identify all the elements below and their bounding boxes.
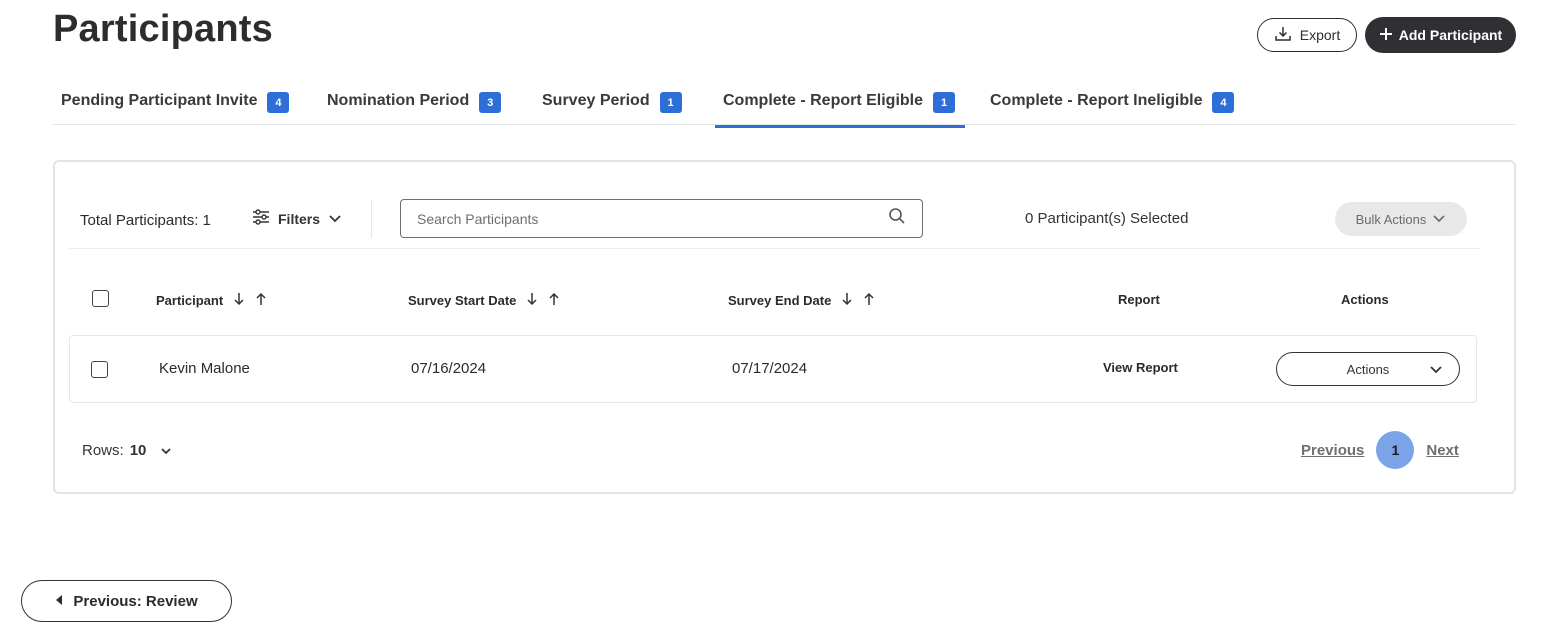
- selected-count: 0 Participant(s) Selected: [1025, 210, 1189, 227]
- filters-label: Filters: [278, 210, 321, 227]
- sort-controls: [526, 292, 560, 309]
- actions-label: Actions: [1346, 361, 1390, 377]
- row-checkbox[interactable]: [91, 361, 108, 378]
- count-badge: 1: [933, 92, 956, 113]
- count-badge: 1: [659, 92, 682, 113]
- toolbar-divider: [371, 200, 372, 238]
- tab-label: Nomination Period: [327, 92, 470, 109]
- sort-asc-icon[interactable]: [255, 292, 267, 309]
- rows-value: 10: [129, 442, 147, 459]
- sort-asc-icon[interactable]: [548, 292, 560, 309]
- participants-card: Total Participants: 1 Filters 0 Particip…: [53, 160, 1516, 494]
- count-badge: 4: [267, 92, 290, 113]
- filters-button[interactable]: Filters: [252, 209, 342, 228]
- column-label: Report: [1118, 292, 1160, 307]
- survey-end-date: 07/17/2024: [732, 360, 808, 377]
- tab-complete-report-eligible[interactable]: Complete - Report Eligible 1: [715, 84, 966, 128]
- column-header-participant: Participant: [156, 292, 267, 309]
- search-input[interactable]: [417, 210, 888, 227]
- caret-left-icon: [55, 593, 63, 610]
- tab-nomination-period[interactable]: Nomination Period 3: [327, 84, 502, 128]
- column-label: Participant: [156, 293, 224, 308]
- add-participant-label: Add Participant: [1398, 27, 1503, 43]
- sliders-icon: [252, 209, 270, 228]
- sort-controls: [841, 292, 875, 309]
- column-header-survey-start-date: Survey Start Date: [408, 292, 560, 309]
- page-title: Participants: [53, 8, 273, 50]
- sort-desc-icon[interactable]: [233, 292, 245, 309]
- chevron-down-icon: [328, 211, 342, 227]
- bulk-actions-label: Bulk Actions: [1355, 211, 1427, 227]
- rows-per-page[interactable]: Rows: 10: [82, 442, 172, 459]
- search-box: [400, 199, 923, 238]
- chevron-down-icon: [1432, 212, 1446, 227]
- tab-label: Survey Period: [542, 92, 650, 109]
- sort-asc-icon[interactable]: [863, 292, 875, 309]
- column-label: Survey Start Date: [408, 293, 517, 308]
- page-number-current[interactable]: 1: [1376, 431, 1415, 469]
- select-all-checkbox[interactable]: [92, 290, 109, 307]
- export-button[interactable]: Export: [1257, 18, 1357, 52]
- next-page-link[interactable]: Next: [1426, 442, 1459, 459]
- plus-icon: [1379, 27, 1393, 44]
- view-report-link[interactable]: View Report: [1103, 360, 1178, 375]
- toolbar-separator: [69, 248, 1479, 249]
- tab-complete-report-ineligible[interactable]: Complete - Report Ineligible 4: [990, 84, 1235, 128]
- table-row: Kevin Malone 07/16/2024 07/17/2024 View …: [69, 335, 1477, 403]
- column-label: Survey End Date: [728, 293, 832, 308]
- download-icon: [1274, 25, 1292, 46]
- sort-controls: [233, 292, 267, 309]
- column-header-report: Report: [1118, 292, 1160, 307]
- count-badge: 3: [479, 92, 502, 113]
- search-icon[interactable]: [888, 207, 906, 230]
- previous-review-label: Previous: Review: [73, 592, 198, 610]
- add-participant-button[interactable]: Add Participant: [1365, 17, 1516, 53]
- chevron-down-icon: [160, 442, 172, 459]
- chevron-down-icon: [1429, 363, 1443, 378]
- previous-review-button[interactable]: Previous: Review: [21, 580, 232, 622]
- row-actions-dropdown[interactable]: Actions: [1276, 352, 1460, 386]
- total-participants: Total Participants: 1: [80, 212, 211, 229]
- rows-label: Rows:: [82, 442, 124, 459]
- status-tabs: Pending Participant Invite 4 Nomination …: [53, 84, 1516, 128]
- tab-survey-period[interactable]: Survey Period 1: [542, 84, 682, 128]
- column-header-actions: Actions: [1341, 292, 1389, 307]
- tab-label: Complete - Report Eligible: [723, 92, 924, 109]
- tab-label: Complete - Report Ineligible: [990, 92, 1203, 109]
- column-header-survey-end-date: Survey End Date: [728, 292, 875, 309]
- tab-pending-participant-invite[interactable]: Pending Participant Invite 4: [61, 84, 290, 128]
- sort-desc-icon[interactable]: [841, 292, 853, 309]
- column-label: Actions: [1341, 292, 1389, 307]
- previous-page-link[interactable]: Previous: [1301, 442, 1364, 459]
- participant-name: Kevin Malone: [159, 360, 250, 377]
- survey-start-date: 07/16/2024: [411, 360, 487, 377]
- count-badge: 4: [1212, 92, 1235, 113]
- pagination: Previous 1 Next: [1301, 431, 1459, 469]
- export-label: Export: [1299, 27, 1341, 43]
- sort-desc-icon[interactable]: [526, 292, 538, 309]
- bulk-actions-button[interactable]: Bulk Actions: [1335, 202, 1467, 236]
- tab-label: Pending Participant Invite: [61, 92, 258, 109]
